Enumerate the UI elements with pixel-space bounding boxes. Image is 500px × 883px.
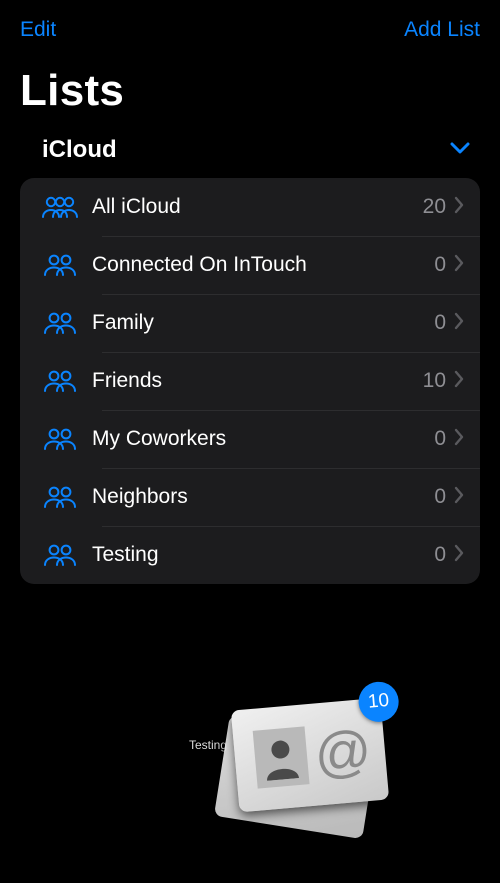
- count-badge: 10: [357, 680, 400, 723]
- contact-card-back: [214, 715, 378, 839]
- list-row-label: Connected On InTouch: [86, 253, 434, 277]
- edit-button[interactable]: Edit: [20, 18, 56, 42]
- people-two-icon: [34, 253, 86, 277]
- list-row-count: 10: [423, 369, 446, 393]
- page-title: Lists: [0, 48, 500, 130]
- people-two-icon: [34, 427, 86, 451]
- list-row-count: 0: [434, 427, 446, 451]
- list-row-label: Testing: [86, 543, 434, 567]
- avatar-icon: [252, 726, 309, 788]
- people-two-icon: [34, 369, 86, 393]
- list-row-label: Friends: [86, 369, 423, 393]
- list-row-count: 20: [423, 195, 446, 219]
- add-list-button[interactable]: Add List: [404, 18, 480, 42]
- list-row[interactable]: Testing0: [20, 526, 480, 584]
- list-row[interactable]: Neighbors0: [20, 468, 480, 526]
- lists-card: All iCloud20Connected On InTouch0Family0…: [20, 178, 480, 584]
- at-sign-icon: @: [312, 722, 374, 783]
- list-row-count: 0: [434, 543, 446, 567]
- list-row[interactable]: My Coworkers0: [20, 410, 480, 468]
- top-nav: Edit Add List: [0, 0, 500, 48]
- list-row-count: 0: [434, 311, 446, 335]
- list-row[interactable]: All iCloud20: [20, 178, 480, 236]
- chevron-right-icon: [454, 544, 464, 567]
- drag-preview: Testing @ 10: [175, 690, 375, 840]
- list-row-label: Neighbors: [86, 485, 434, 509]
- people-two-icon: [34, 543, 86, 567]
- list-row[interactable]: Family0: [20, 294, 480, 352]
- list-row-label: Family: [86, 311, 434, 335]
- chevron-right-icon: [454, 312, 464, 335]
- chevron-down-icon: [450, 141, 470, 160]
- chevron-right-icon: [454, 196, 464, 219]
- list-row-count: 0: [434, 485, 446, 509]
- section-header-icloud[interactable]: iCloud: [0, 130, 500, 174]
- list-row[interactable]: Connected On InTouch0: [20, 236, 480, 294]
- contact-card-front: @ 10: [231, 698, 389, 813]
- chevron-right-icon: [454, 428, 464, 451]
- people-three-icon: [34, 195, 86, 219]
- people-two-icon: [34, 311, 86, 335]
- chevron-right-icon: [454, 486, 464, 509]
- people-two-icon: [34, 485, 86, 509]
- list-row-count: 0: [434, 253, 446, 277]
- list-row[interactable]: Friends10: [20, 352, 480, 410]
- chevron-right-icon: [454, 370, 464, 393]
- chevron-right-icon: [454, 254, 464, 277]
- list-row-label: My Coworkers: [86, 427, 434, 451]
- section-label: iCloud: [42, 136, 117, 164]
- list-row-label: All iCloud: [86, 195, 423, 219]
- drag-preview-label: Testing: [189, 738, 227, 752]
